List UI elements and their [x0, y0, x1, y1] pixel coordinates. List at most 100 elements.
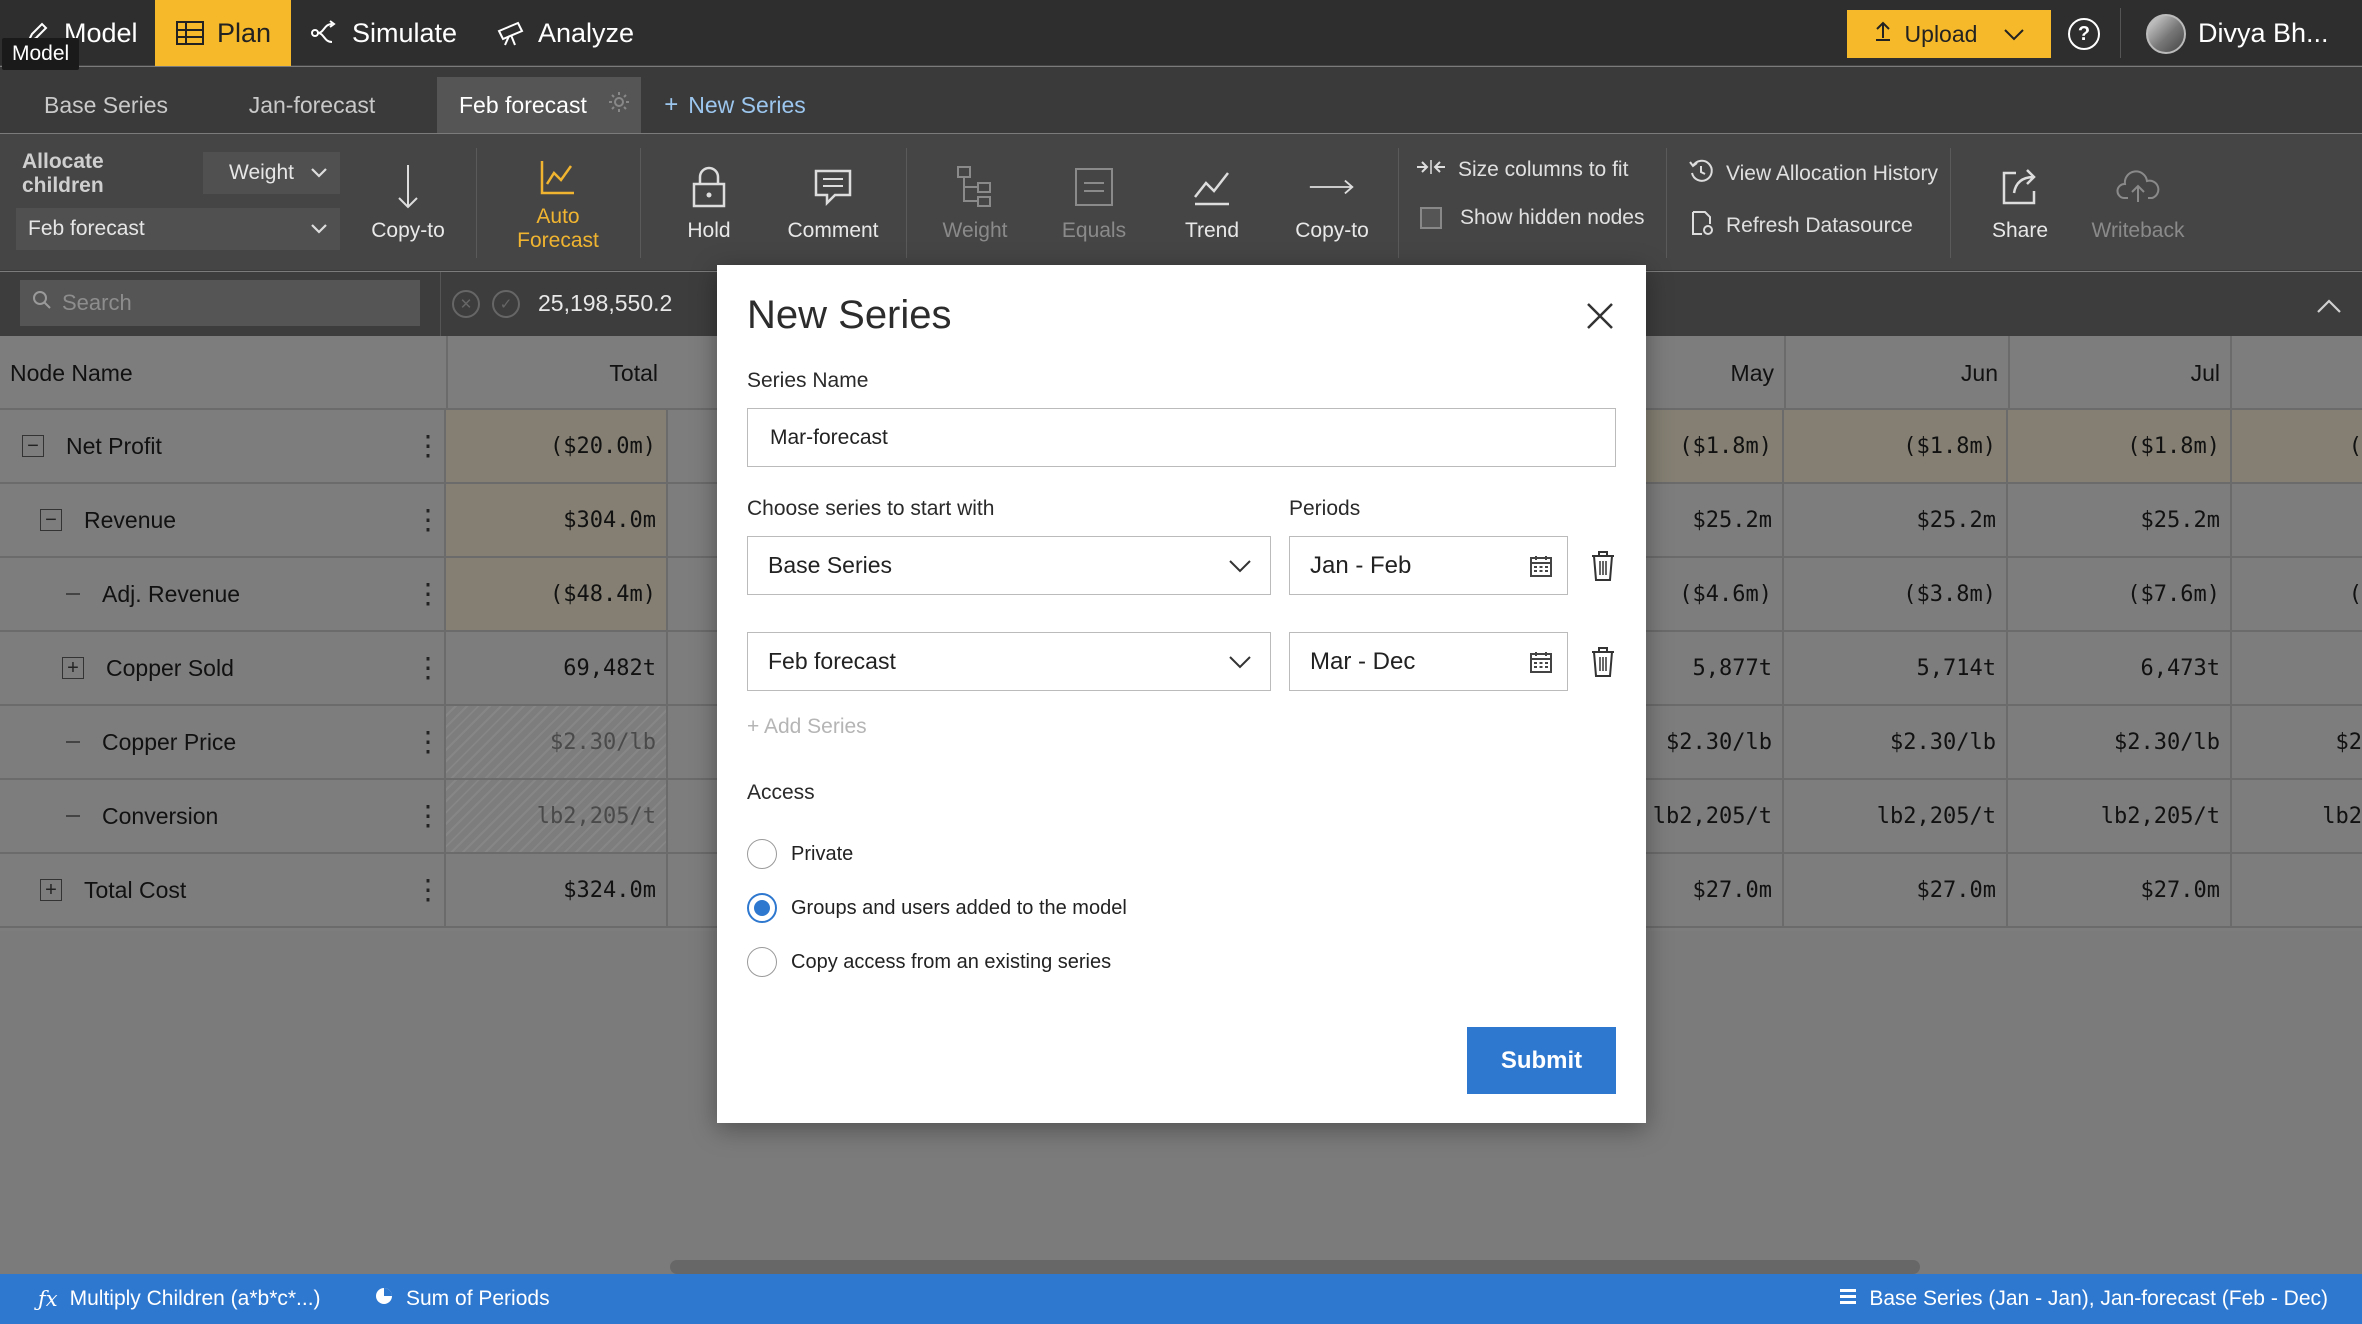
weight-select[interactable]: Weight — [203, 152, 340, 194]
nav-tab-plan[interactable]: Plan — [155, 0, 291, 66]
period-picker-1[interactable]: Jan - Feb — [1289, 536, 1568, 595]
kebab-menu-icon[interactable]: ⋮ — [414, 802, 442, 830]
aggregation-status[interactable]: Sum of Periods — [374, 1274, 550, 1324]
view-allocation-history-button[interactable]: View Allocation History — [1688, 158, 1938, 190]
collapse-icon[interactable]: − — [22, 435, 44, 457]
cell-jun[interactable]: ($3.8m) — [1784, 558, 2008, 630]
header-jul[interactable]: Jul — [2008, 336, 2232, 410]
gear-icon[interactable] — [607, 90, 631, 120]
expand-icon[interactable]: + — [40, 879, 62, 901]
copy-to-button[interactable]: Copy-to — [360, 134, 456, 271]
cell-may[interactable]: $25.2m — [1646, 484, 1784, 556]
access-option-private[interactable]: Private — [747, 839, 853, 869]
cell-value-display[interactable]: 25,198,550.2 — [538, 290, 672, 317]
header-node-name[interactable]: Node Name — [10, 336, 133, 410]
kebab-menu-icon[interactable]: ⋮ — [414, 580, 442, 608]
node-name-cell[interactable]: Adj. Revenue ⋮ — [0, 558, 446, 630]
node-name-cell[interactable]: − Net Profit ⋮ — [0, 410, 446, 482]
cell-jun[interactable]: $27.0m — [1784, 854, 2008, 926]
cell-jun[interactable]: ($1.8m) — [1784, 410, 2008, 482]
search-input[interactable]: Search — [20, 280, 420, 326]
series-select-1[interactable]: Base Series — [747, 536, 1271, 595]
header-may[interactable]: May — [1646, 336, 1784, 410]
kebab-menu-icon[interactable]: ⋮ — [414, 728, 442, 756]
horizontal-scrollbar[interactable] — [670, 1260, 1920, 1274]
confirm-edit-icon[interactable]: ✓ — [492, 290, 520, 318]
trend-button[interactable]: Trend — [1164, 134, 1260, 271]
cell-jul[interactable]: lb2,205/t — [2008, 780, 2232, 852]
cell-total[interactable]: $2.30/lb — [446, 706, 668, 778]
cell-jun[interactable]: 5,714t — [1784, 632, 2008, 704]
series-status[interactable]: Base Series (Jan - Jan), Jan-forecast (F… — [1839, 1274, 2328, 1324]
new-series-tab[interactable]: + New Series — [660, 77, 810, 133]
radio-copy[interactable] — [747, 947, 777, 977]
size-columns-button[interactable]: Size columns to fit — [1416, 158, 1628, 182]
node-name-cell[interactable]: + Copper Sold ⋮ — [0, 632, 446, 704]
cell-jul[interactable]: $25.2m — [2008, 484, 2232, 556]
radio-groups[interactable] — [747, 893, 777, 923]
header-jun[interactable]: Jun — [1784, 336, 2008, 410]
show-hidden-checkbox[interactable] — [1420, 207, 1442, 229]
kebab-menu-icon[interactable]: ⋮ — [414, 654, 442, 682]
cell-total[interactable]: lb2,205/t — [446, 780, 668, 852]
cell-total[interactable]: $304.0m — [446, 484, 668, 556]
chevron-up-icon[interactable] — [2316, 290, 2342, 321]
access-option-copy[interactable]: Copy access from an existing series — [747, 947, 1111, 977]
period-picker-2[interactable]: Mar - Dec — [1289, 632, 1568, 691]
formula-status[interactable]: ƒx Multiply Children (a*b*c*...) — [38, 1274, 321, 1324]
node-name-cell[interactable]: + Total Cost ⋮ — [0, 854, 446, 926]
trash-icon[interactable] — [1589, 550, 1617, 582]
trash-icon[interactable] — [1589, 646, 1617, 678]
cell-jul[interactable]: $2.30/lb — [2008, 706, 2232, 778]
cell-jun[interactable]: $2.30/lb — [1784, 706, 2008, 778]
cell-aug-partial[interactable]: $2 — [2232, 706, 2362, 778]
cell-aug-partial[interactable] — [2232, 632, 2362, 704]
cell-aug-partial[interactable] — [2232, 484, 2362, 556]
expand-icon[interactable]: + — [62, 657, 84, 679]
cell-aug-partial[interactable]: ( — [2232, 558, 2362, 630]
cell-may[interactable]: lb2,205/t — [1646, 780, 1784, 852]
cell-may[interactable]: $2.30/lb — [1646, 706, 1784, 778]
kebab-menu-icon[interactable]: ⋮ — [414, 876, 442, 904]
nav-tab-simulate[interactable]: Simulate — [310, 0, 457, 66]
cell-jul[interactable]: $27.0m — [2008, 854, 2232, 926]
cell-aug-partial[interactable] — [2232, 854, 2362, 926]
nav-tab-analyze[interactable]: Analyze — [496, 0, 634, 66]
radio-private[interactable] — [747, 839, 777, 869]
close-icon[interactable] — [1585, 301, 1615, 331]
cell-jun[interactable]: lb2,205/t — [1784, 780, 2008, 852]
cell-total[interactable]: ($48.4m) — [446, 558, 668, 630]
cell-total[interactable]: 69,482t — [446, 632, 668, 704]
writeback-button[interactable]: Writeback — [2088, 134, 2188, 271]
cell-jul[interactable]: ($1.8m) — [2008, 410, 2232, 482]
equals-button[interactable]: Equals — [1046, 134, 1142, 271]
cell-aug-partial[interactable]: ( — [2232, 410, 2362, 482]
share-button[interactable]: Share — [1972, 134, 2068, 271]
cell-jul[interactable]: 6,473t — [2008, 632, 2232, 704]
cell-may[interactable]: ($1.8m) — [1646, 410, 1784, 482]
refresh-datasource-button[interactable]: Refresh Datasource — [1690, 210, 1913, 242]
node-name-cell[interactable]: Conversion ⋮ — [0, 780, 446, 852]
hold-button[interactable]: Hold — [660, 134, 758, 271]
help-icon[interactable]: ? — [2068, 18, 2100, 50]
node-name-cell[interactable]: Copper Price ⋮ — [0, 706, 446, 778]
series-tab-jan-forecast[interactable]: Jan-forecast — [228, 77, 396, 133]
copy-to-right-button[interactable]: Copy-to — [1282, 134, 1382, 271]
submit-button[interactable]: Submit — [1467, 1027, 1616, 1094]
series-tab-base[interactable]: Base Series — [22, 77, 190, 133]
kebab-menu-icon[interactable]: ⋮ — [414, 432, 442, 460]
user-name[interactable]: Divya Bh... — [2198, 18, 2329, 49]
show-hidden-nodes-toggle[interactable]: Show hidden nodes — [1420, 206, 1644, 230]
collapse-icon[interactable]: − — [40, 509, 62, 531]
comment-button[interactable]: Comment — [780, 134, 886, 271]
avatar[interactable] — [2146, 14, 2186, 54]
series-select-2[interactable]: Feb forecast — [747, 632, 1271, 691]
cell-may[interactable]: $27.0m — [1646, 854, 1784, 926]
allocate-series-select[interactable]: Feb forecast — [16, 208, 340, 250]
cell-jun[interactable]: $25.2m — [1784, 484, 2008, 556]
auto-forecast-button[interactable]: Auto Forecast — [500, 134, 616, 271]
upload-button[interactable]: Upload — [1847, 10, 2051, 58]
kebab-menu-icon[interactable]: ⋮ — [414, 506, 442, 534]
series-name-input[interactable]: Mar-forecast — [747, 408, 1616, 467]
node-name-cell[interactable]: − Revenue ⋮ — [0, 484, 446, 556]
